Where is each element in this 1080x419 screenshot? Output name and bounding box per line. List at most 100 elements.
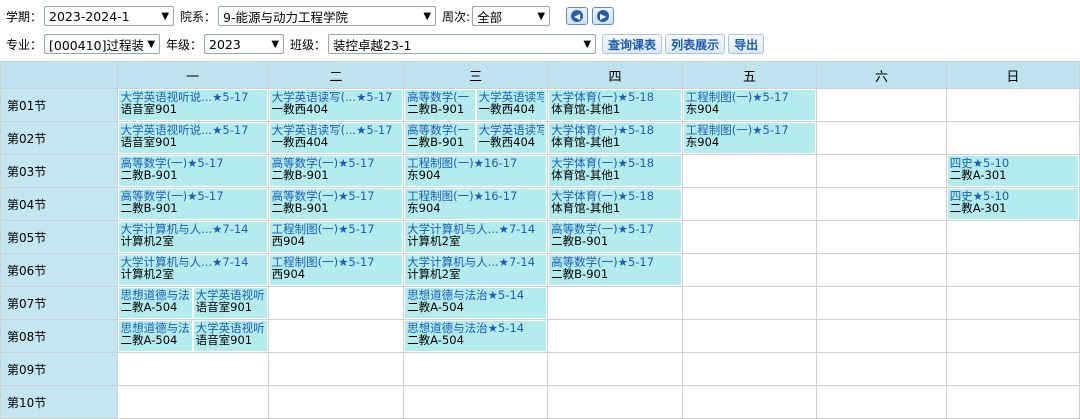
course-room: 西904	[271, 268, 306, 280]
timetable-cell	[816, 253, 947, 287]
course-block[interactable]: 大学英语读写(...★5-17 一教西404	[269, 123, 403, 153]
timetable-cell	[403, 385, 549, 419]
course-block[interactable]: 思想道德与法治★5-14 二教A-504	[405, 321, 547, 351]
query-timetable-button[interactable]: 查询课表	[602, 34, 663, 54]
course-block[interactable]: 大学体育(一)★5-18 体育馆-其他1	[549, 90, 681, 120]
next-week-button[interactable]: ▶	[592, 7, 615, 25]
course-room: 语音室901	[120, 136, 178, 148]
dept-select[interactable]: 9-能源与动力工程学院 ▼	[218, 6, 437, 26]
day-header: 三	[403, 61, 549, 89]
export-button[interactable]: 导出	[728, 34, 765, 54]
grade-select-value: 2023	[209, 36, 241, 52]
timetable-cell	[403, 352, 549, 386]
course-name: 工程制图(一)★5-17	[271, 223, 375, 235]
cell-courses: 思想道德与法 二教A-504 大学英语视听 语音室901	[118, 287, 268, 319]
day-header: 日	[945, 61, 1080, 89]
major-select[interactable]: [000410]过程装备 ▼	[44, 34, 161, 54]
list-view-button[interactable]: 列表展示	[665, 34, 726, 54]
course-name: 大学计算机与人...★7-14	[120, 256, 249, 268]
course-block[interactable]: 大学计算机与人...★7-14 计算机2室	[118, 222, 267, 252]
timetable-cell	[681, 286, 818, 320]
course-block[interactable]: 大学体育(一)★5-18 体育馆-其他1	[549, 123, 681, 153]
course-block[interactable]: 大学英语视听说...★5-17 语音室901	[118, 90, 267, 120]
timetable-cell	[267, 286, 405, 320]
timetable-cell	[945, 220, 1080, 254]
timetable-cell	[816, 88, 947, 122]
cell-courses: 思想道德与法治★5-14 二教A-504	[404, 320, 547, 352]
timetable-cell: 四史★5-10 二教A-301	[945, 154, 1080, 188]
course-room: 体育馆-其他1	[551, 136, 621, 148]
course-block[interactable]: 工程制图(一)★5-17 东904	[683, 123, 816, 153]
course-block[interactable]: 工程制图(一)★16-17 东904	[405, 156, 547, 186]
timetable-cell: 工程制图(一)★16-17 东904	[403, 154, 549, 188]
course-name: 大学英语视听说...★5-17	[120, 124, 249, 136]
cell-courses: 工程制图(一)★16-17 东904	[404, 155, 547, 187]
course-block[interactable]: 工程制图(一)★5-17 西904	[269, 255, 403, 285]
cell-courses: 大学英语视听说...★5-17 语音室901	[118, 89, 268, 121]
course-block[interactable]: 大学英语读写 一教西404	[476, 123, 547, 153]
course-block[interactable]: 大学计算机与人...★7-14 计算机2室	[405, 255, 547, 285]
course-block[interactable]: 高等数学(一)★5-17 二教B-901	[269, 156, 403, 186]
course-block[interactable]: 四史★5-10 二教A-301	[947, 156, 1078, 186]
course-block[interactable]: 大学英语读写(...★5-17 一教西404	[269, 90, 403, 120]
course-block[interactable]: 高等数学(一)★5-17 二教B-901	[118, 189, 267, 219]
course-block[interactable]: 大学体育(一)★5-18 体育馆-其他1	[549, 156, 681, 186]
major-select-value: [000410]过程装备	[49, 37, 144, 53]
timetable-cell: 思想道德与法 二教A-504 大学英语视听 语音室901	[116, 286, 269, 320]
course-block[interactable]: 思想道德与法 二教A-504	[118, 321, 192, 351]
chevron-down-icon: ▼	[271, 38, 280, 50]
course-block[interactable]: 高等数学(一)★5-17 二教B-901	[549, 255, 681, 285]
course-room: 计算机2室	[120, 268, 174, 280]
course-block[interactable]: 高等数学(一 二教B-901	[405, 90, 475, 120]
course-block[interactable]: 思想道德与法治★5-14 二教A-504	[405, 288, 547, 318]
arrow-right-icon: ▶	[597, 10, 610, 22]
grade-select[interactable]: 2023 ▼	[204, 34, 285, 54]
timetable-cell	[945, 121, 1080, 155]
timetable-cell	[116, 385, 269, 419]
course-block[interactable]: 大学英语视听 语音室901	[193, 321, 267, 351]
course-block[interactable]: 大学计算机与人...★7-14 计算机2室	[405, 222, 547, 252]
course-name: 大学计算机与人...★7-14	[120, 223, 249, 235]
timetable-row: 第04节 高等数学(一)★5-17 二教B-901 高等数学(一)★5-17 二教B-9…	[0, 187, 1080, 221]
course-block[interactable]: 工程制图(一)★5-17 东904	[683, 90, 816, 120]
term-label: 学期：	[6, 9, 43, 24]
day-header: 一	[116, 61, 269, 89]
course-block[interactable]: 大学英语读写 一教西404	[476, 90, 547, 120]
timetable-body: 第01节 大学英语视听说...★5-17 语音室901 大学英语读写(...★5-17…	[0, 88, 1080, 419]
timetable-cell	[681, 253, 818, 287]
course-block[interactable]: 大学英语视听说...★5-17 语音室901	[118, 123, 267, 153]
course-block[interactable]: 工程制图(一)★5-17 西904	[269, 222, 403, 252]
course-name: 大学英语读写	[478, 124, 545, 136]
timetable-cell: 高等数学(一)★5-17 二教B-901	[116, 154, 269, 188]
course-block[interactable]: 大学计算机与人...★7-14 计算机2室	[118, 255, 267, 285]
course-name: 高等数学(一)★5-17	[120, 190, 224, 202]
course-block[interactable]: 高等数学(一)★5-17 二教B-901	[269, 189, 403, 219]
cell-courses: 工程制图(一)★16-17 东904	[404, 188, 547, 220]
course-name: 四史★5-10	[949, 157, 1010, 169]
dept-select-value: 9-能源与动力工程学院	[223, 9, 348, 25]
course-block[interactable]: 大学英语视听 语音室901	[193, 288, 267, 318]
course-block[interactable]: 高等数学(一)★5-17 二教B-901	[549, 222, 681, 252]
course-block[interactable]: 工程制图(一)★16-17 东904	[405, 189, 547, 219]
timetable-cell: 大学体育(一)★5-18 体育馆-其他1	[547, 121, 683, 155]
course-room: 二教B-901	[407, 103, 465, 115]
course-block[interactable]: 大学体育(一)★5-18 体育馆-其他1	[549, 189, 681, 219]
week-select[interactable]: 全部 ▼	[472, 6, 551, 26]
class-select[interactable]: 装控卓越23-1 ▼	[328, 34, 597, 54]
course-block[interactable]: 四史★5-10 二教A-301	[947, 189, 1078, 219]
cell-courses: 高等数学(一)★5-17 二教B-901	[548, 254, 682, 286]
timetable-cell: 工程制图(一)★5-17 西904	[267, 253, 405, 287]
course-block[interactable]: 高等数学(一)★5-17 二教B-901	[118, 156, 267, 186]
timetable-cell: 工程制图(一)★5-17 东904	[681, 88, 818, 122]
timetable-cell: 大学体育(一)★5-18 体育馆-其他1	[547, 187, 683, 221]
course-block[interactable]: 思想道德与法 二教A-504	[118, 288, 192, 318]
course-block[interactable]: 高等数学(一 二教B-901	[405, 123, 475, 153]
prev-week-button[interactable]: ◀	[566, 7, 589, 25]
course-name: 高等数学(一	[407, 124, 470, 136]
course-name: 高等数学(一)★5-17	[120, 157, 224, 169]
cell-courses: 思想道德与法 二教A-504 大学英语视听 语音室901	[118, 320, 268, 352]
term-select[interactable]: 2023-2024-1 ▼	[44, 6, 175, 26]
timetable-cell: 高等数学(一 二教B-901 大学英语读写 一教西404	[403, 121, 549, 155]
course-room: 二教B-901	[407, 136, 465, 148]
timetable-cell	[945, 385, 1080, 419]
